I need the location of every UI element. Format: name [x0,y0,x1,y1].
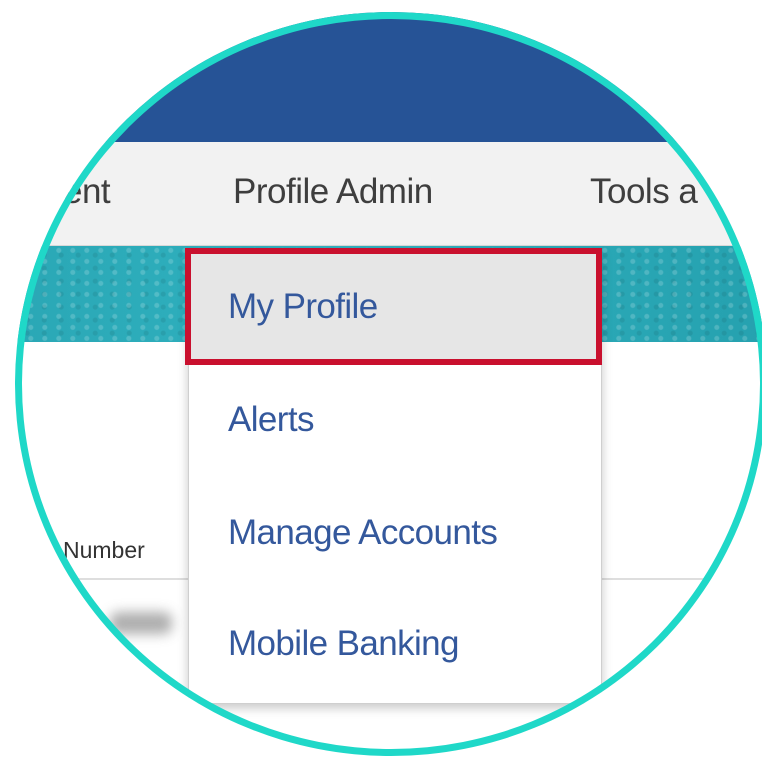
zoomed-screenshot: ent Profile Admin Tools a Number My Prof… [0,0,762,759]
menu-item-mobile-banking[interactable]: Mobile Banking [228,624,460,664]
menu-item-manage-accounts[interactable]: Manage Accounts [228,513,498,553]
highlight-box-my-profile [185,248,602,365]
redacted-account-number [110,612,172,634]
nav-item-profile-admin[interactable]: Profile Admin [233,172,433,212]
top-banner [15,12,762,154]
zoom-lens: ent Profile Admin Tools a Number My Prof… [15,12,762,756]
nav-item-partial-left[interactable]: ent [63,172,111,212]
menu-item-alerts[interactable]: Alerts [228,400,314,440]
column-header-number: Number [63,537,145,563]
nav-item-tools[interactable]: Tools a [590,172,698,212]
